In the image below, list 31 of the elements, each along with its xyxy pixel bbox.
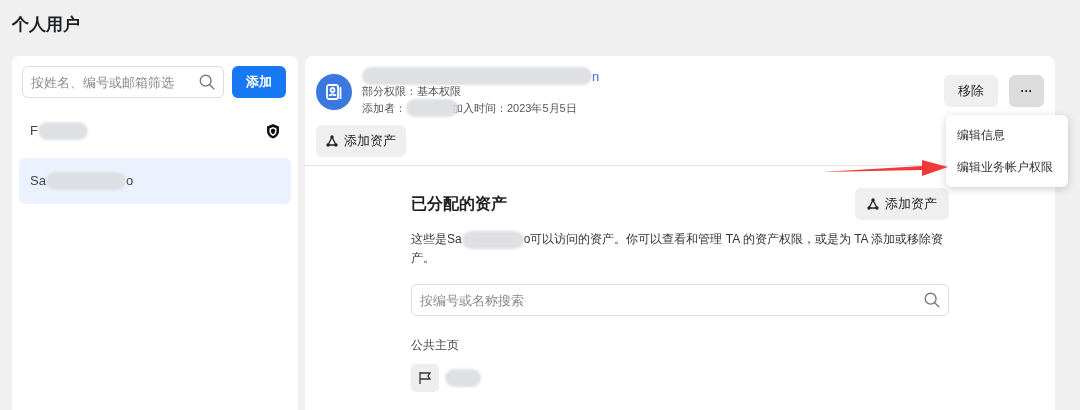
user-name: Sa xyxy=(30,172,46,191)
menu-item[interactable]: 编辑业务帐户权限 xyxy=(946,151,1068,183)
redaction-blur xyxy=(445,369,481,387)
redaction-blur xyxy=(37,122,88,140)
user-name: F xyxy=(30,122,38,141)
avatar-icon xyxy=(316,74,352,110)
page-title: 个人用户 xyxy=(12,14,80,36)
remove-button[interactable]: 移除 xyxy=(944,75,998,107)
user-item[interactable]: Sa o xyxy=(19,158,291,204)
flag-icon xyxy=(411,364,439,392)
asset-search-field[interactable]: 按编号或名称搜索 xyxy=(411,284,949,316)
category-label: 公共主页 xyxy=(411,338,459,352)
user-item[interactable]: F xyxy=(19,108,291,154)
nodes-icon xyxy=(867,198,879,210)
add-asset-button[interactable]: 添加资产 xyxy=(316,125,406,157)
section-title: 已分配的资产 xyxy=(411,194,507,214)
nodes-icon xyxy=(326,135,338,147)
menu-item[interactable]: 编辑信息 xyxy=(946,119,1068,151)
search-icon xyxy=(923,291,941,309)
search-field[interactable]: 按姓名、编号或邮箱筛选 xyxy=(22,66,224,98)
description-text: 这些是Sa o可以访问的资产。你可以查看和管理 TA 的资产权限，或是为 TA 添加或移除资产。 xyxy=(411,230,945,267)
add-asset-button[interactable]: 添加资产 xyxy=(855,188,949,220)
permission-text: 部分权限：基本权限 xyxy=(362,84,462,99)
email-end: n xyxy=(592,68,600,84)
more-button[interactable]: ··· xyxy=(1009,75,1044,107)
search-icon xyxy=(198,73,216,91)
join-date: 加入时间：2023年5月5日 xyxy=(452,100,577,116)
added-by-label: 添加者： xyxy=(362,100,406,116)
add-button[interactable]: 添加 xyxy=(232,66,286,98)
redaction-blur xyxy=(461,230,524,249)
user-name-end: o xyxy=(125,172,134,191)
